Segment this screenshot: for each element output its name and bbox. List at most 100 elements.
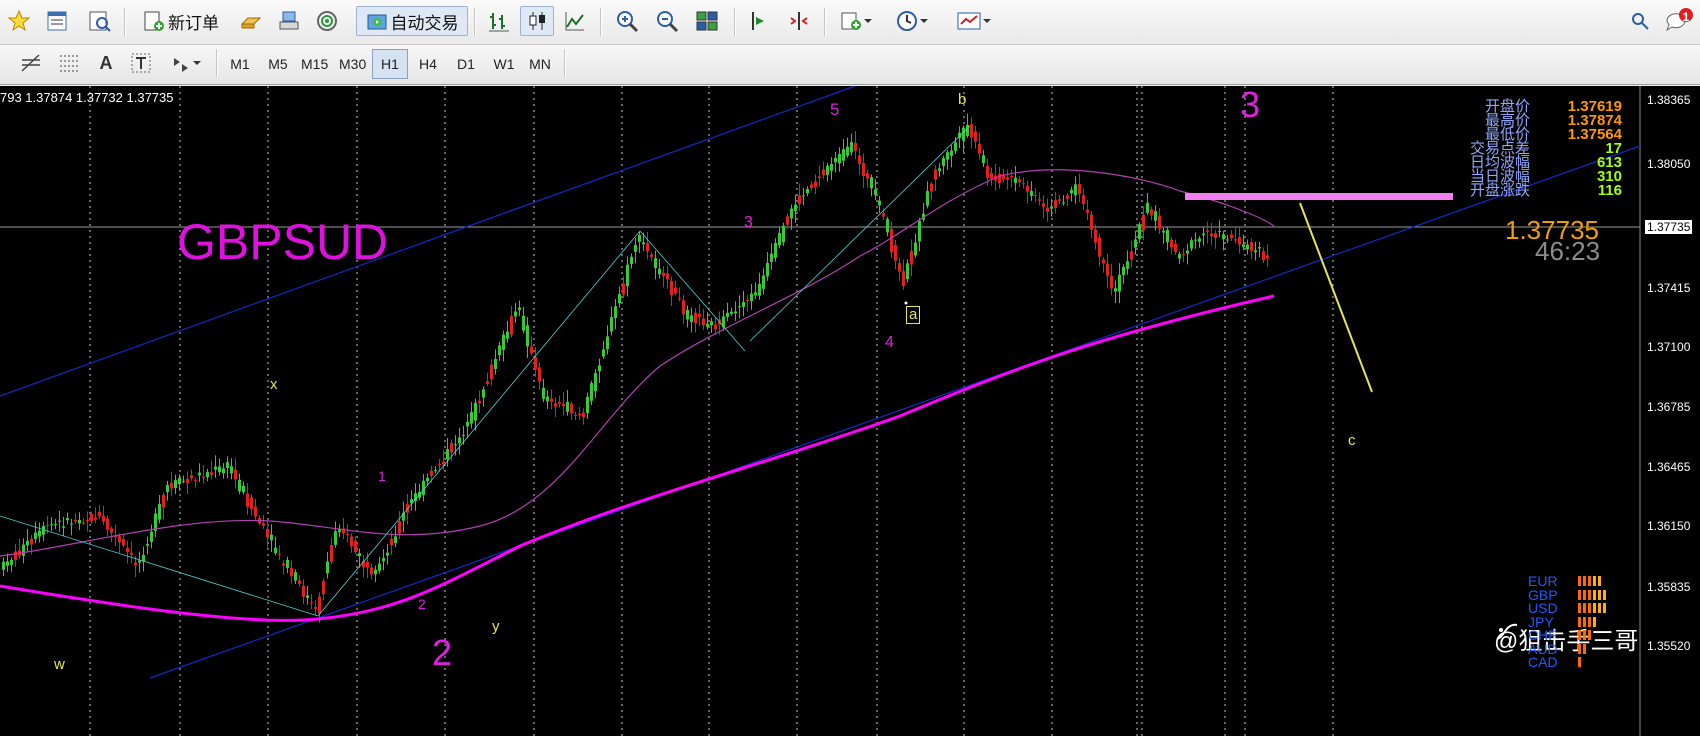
- candle-body: [490, 364, 493, 380]
- candle-body: [1258, 247, 1261, 249]
- candle-body: [738, 306, 741, 308]
- strength-bar: [1578, 603, 1581, 613]
- new-order-button[interactable]: 新订单: [132, 6, 230, 36]
- candle-body: [610, 317, 613, 332]
- signal-icon[interactable]: [310, 6, 344, 36]
- candle-body: [1174, 243, 1177, 253]
- price-axis-tick: 1.37100: [1647, 340, 1691, 354]
- strength-bar: [1588, 630, 1591, 640]
- history-center-icon[interactable]: [272, 6, 306, 36]
- candle-body: [1094, 229, 1097, 243]
- timeframe-m5[interactable]: M5: [260, 49, 296, 79]
- strength-bar: [1583, 616, 1586, 627]
- candle-body: [54, 523, 57, 525]
- wave-label-big-2: 2: [432, 632, 453, 673]
- candle-body: [110, 528, 113, 533]
- auto-scroll-icon[interactable]: [742, 6, 776, 36]
- search-icon[interactable]: [1625, 6, 1655, 36]
- gold-bars-icon[interactable]: [234, 6, 268, 36]
- timeframe-h1[interactable]: H1: [372, 49, 408, 79]
- market-watch-icon[interactable]: [40, 6, 74, 36]
- candle-body: [178, 477, 181, 485]
- templates-dropdown[interactable]: [948, 6, 1000, 36]
- candle-body: [638, 234, 641, 242]
- candle-body: [234, 469, 237, 480]
- candle-body: [1158, 215, 1161, 229]
- candle-body: [1190, 240, 1193, 249]
- price-axis-tick: 1.36465: [1647, 460, 1691, 474]
- strategy-tester-icon[interactable]: [82, 6, 116, 36]
- candle-body: [294, 572, 297, 581]
- candle-body: [386, 552, 389, 556]
- candle-body: [1050, 206, 1053, 209]
- bar-chart-icon[interactable]: [482, 6, 516, 36]
- candle-body: [318, 596, 321, 614]
- candle-body: [986, 165, 989, 178]
- price-chart[interactable]: 793 1.37874 1.37732 1.37735 GBPSUD 1.383…: [0, 84, 1700, 736]
- arrows-dropdown[interactable]: [162, 48, 210, 78]
- candle-body: [866, 173, 869, 179]
- strength-bar: [1583, 576, 1586, 586]
- candle-body: [446, 449, 449, 460]
- wave-label-b: b: [958, 91, 967, 108]
- candle-body: [1142, 215, 1145, 231]
- main-toolbar: 新订单 自动交易 1: [0, 0, 1700, 45]
- candle-body: [378, 563, 381, 571]
- candle-body: [1030, 191, 1033, 196]
- notifications-icon[interactable]: 1: [1662, 6, 1696, 36]
- candle-body: [390, 538, 393, 546]
- line-chart-icon[interactable]: [558, 6, 592, 36]
- candlestick-chart-icon[interactable]: [520, 6, 554, 36]
- fibonacci-expansion-icon[interactable]: [14, 48, 48, 78]
- auto-trading-button[interactable]: 自动交易: [356, 6, 468, 36]
- candle-body: [102, 515, 105, 522]
- timeframe-m15[interactable]: M15: [296, 49, 333, 79]
- candle-body: [1150, 209, 1153, 216]
- candle-body: [326, 561, 329, 574]
- chart-shift-icon[interactable]: [782, 6, 816, 36]
- zoom-in-icon[interactable]: [610, 6, 644, 36]
- strength-bar: [1598, 603, 1601, 613]
- periodicity-dropdown[interactable]: [888, 6, 936, 36]
- text-label-icon[interactable]: [126, 48, 156, 78]
- candle-body: [970, 124, 973, 138]
- indicators-dropdown[interactable]: [832, 6, 880, 36]
- candle-body: [1182, 253, 1185, 255]
- candle-body: [394, 536, 397, 543]
- zoom-out-icon[interactable]: [650, 6, 684, 36]
- timeframe-d1[interactable]: D1: [448, 49, 484, 79]
- chevron-down-icon: [920, 19, 928, 23]
- candle-body: [270, 534, 273, 541]
- chart-canvas[interactable]: [0, 86, 1700, 736]
- candle-body: [458, 437, 461, 444]
- candle-body: [366, 561, 369, 568]
- strength-bar: [1593, 616, 1596, 627]
- timeframe-h4[interactable]: H4: [410, 49, 446, 79]
- timeframe-m30[interactable]: M30: [334, 49, 371, 79]
- strength-bar: [1588, 576, 1591, 586]
- candle-body: [870, 177, 873, 189]
- candle-body: [950, 150, 953, 156]
- candle-body: [558, 402, 561, 404]
- auto-trading-icon: [367, 14, 386, 30]
- candle-body: [1234, 239, 1237, 241]
- fibonacci-fan-icon[interactable]: [52, 48, 86, 78]
- timeframe-mn[interactable]: MN: [522, 49, 558, 79]
- text-tool[interactable]: A: [92, 48, 120, 78]
- candle-body: [1166, 230, 1169, 243]
- wave-label-5: 5: [830, 100, 840, 119]
- candle-body: [830, 163, 833, 171]
- candle-body: [1126, 261, 1129, 269]
- candle-body: [1242, 244, 1245, 247]
- candle-body: [806, 188, 809, 194]
- favorites-star-icon[interactable]: [2, 6, 36, 36]
- candle-body: [1110, 275, 1113, 289]
- indicators-icon: [841, 12, 861, 30]
- timeframe-w1[interactable]: W1: [486, 49, 522, 79]
- tile-windows-icon[interactable]: [690, 6, 724, 36]
- timeframe-m1[interactable]: M1: [222, 49, 258, 79]
- candle-body: [26, 540, 29, 546]
- candle-body: [22, 544, 25, 556]
- stats-value: 116: [1597, 182, 1622, 199]
- candle-body: [598, 365, 601, 372]
